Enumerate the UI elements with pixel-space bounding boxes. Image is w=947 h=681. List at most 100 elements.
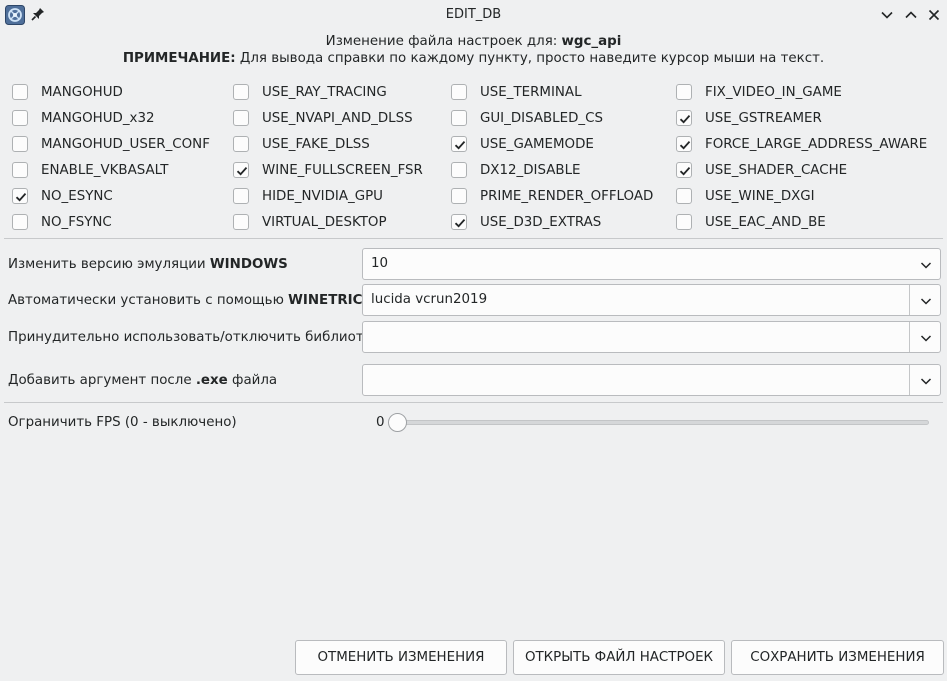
check-icon [679, 167, 691, 176]
checkbox-box[interactable] [233, 84, 249, 100]
check-icon [679, 115, 691, 124]
note-text: Для вывода справки по каждому пункту, пр… [235, 51, 825, 66]
cancel-changes-button[interactable]: ОТМЕНИТЬ ИЗМЕНЕНИЯ [295, 640, 507, 675]
header-prefix: Изменение файла настроек для: [325, 34, 562, 49]
checkbox-box[interactable] [12, 110, 28, 126]
checkbox-use-d3d-extras[interactable]: USE_D3D_EXTRAS [451, 212, 601, 232]
exe-label-prefix: Добавить аргумент после [8, 373, 196, 388]
checkbox-label: NO_FSYNC [41, 214, 112, 230]
checkbox-label: DX12_DISABLE [480, 162, 581, 178]
chevron-down-icon[interactable] [920, 375, 932, 387]
checkbox-box[interactable] [676, 162, 692, 178]
checkbox-label: USE_RAY_TRACING [262, 84, 387, 100]
checkbox-force-large-address-aware[interactable]: FORCE_LARGE_ADDRESS_AWARE [676, 134, 927, 154]
checkbox-box[interactable] [233, 136, 249, 152]
checkbox-use-fake-dlss[interactable]: USE_FAKE_DLSS [233, 134, 370, 154]
check-icon [236, 167, 248, 176]
fps-limit-label: Ограничить FPS (0 - выключено) [8, 415, 237, 430]
checkbox-label: FORCE_LARGE_ADDRESS_AWARE [705, 136, 928, 152]
checkbox-label: VIRTUAL_DESKTOP [262, 214, 387, 230]
checkbox-box[interactable] [451, 136, 467, 152]
checkbox-box[interactable] [676, 188, 692, 204]
checkbox-box[interactable] [676, 214, 692, 230]
checkbox-box[interactable] [451, 162, 467, 178]
check-icon [15, 193, 27, 202]
checkbox-box[interactable] [233, 188, 249, 204]
checkbox-use-gstreamer[interactable]: USE_GSTREAMER [676, 108, 822, 128]
checkbox-box[interactable] [233, 110, 249, 126]
checkbox-label: USE_FAKE_DLSS [262, 136, 370, 152]
checkbox-box[interactable] [676, 136, 692, 152]
checkbox-use-terminal[interactable]: USE_TERMINAL [451, 82, 582, 102]
checkbox-dx12-disable[interactable]: DX12_DISABLE [451, 160, 581, 180]
chevron-down-icon[interactable] [920, 295, 932, 307]
checkbox-use-wine-dxgi[interactable]: USE_WINE_DXGI [676, 186, 815, 206]
windows-version-value: 10 [371, 256, 389, 271]
checkbox-virtual-desktop[interactable]: VIRTUAL_DESKTOP [233, 212, 387, 232]
fps-slider-handle[interactable] [388, 413, 407, 432]
checkbox-label: USE_SHADER_CACHE [705, 162, 848, 178]
exe-argument-label: Добавить аргумент после .exe файла [8, 373, 277, 388]
checkbox-mangohud-user-conf[interactable]: MANGOHUD_USER_CONF [12, 134, 210, 154]
checkbox-box[interactable] [12, 162, 28, 178]
checkbox-enable-vkbasalt[interactable]: ENABLE_VKBASALT [12, 160, 168, 180]
fps-limit-value: 0 [376, 415, 385, 430]
checkbox-use-shader-cache[interactable]: USE_SHADER_CACHE [676, 160, 847, 180]
checkbox-box[interactable] [676, 110, 692, 126]
checkbox-label: MANGOHUD_x32 [41, 110, 155, 126]
checkbox-box[interactable] [233, 214, 249, 230]
save-changes-button[interactable]: СОХРАНИТЬ ИЗМЕНЕНИЯ [731, 640, 944, 675]
winetricks-label: Автоматически установить с помощью WINET… [8, 293, 382, 308]
checkbox-mangohud-x32[interactable]: MANGOHUD_x32 [12, 108, 155, 128]
checkbox-box[interactable] [451, 84, 467, 100]
fps-slider-track[interactable] [390, 420, 929, 425]
check-icon [679, 141, 691, 150]
checkbox-label: USE_D3D_EXTRAS [480, 214, 602, 230]
chevron-down-icon[interactable] [920, 332, 932, 344]
checkbox-box[interactable] [12, 188, 28, 204]
checkbox-gui-disabled-cs[interactable]: GUI_DISABLED_CS [451, 108, 603, 128]
exe-argument-combobox[interactable] [362, 364, 941, 396]
checkbox-box[interactable] [676, 84, 692, 100]
checkbox-box[interactable] [12, 214, 28, 230]
checkbox-no-esync[interactable]: NO_ESYNC [12, 186, 113, 206]
checkbox-prime-render-offload[interactable]: PRIME_RENDER_OFFLOAD [451, 186, 653, 206]
dll-override-combobox[interactable] [362, 321, 941, 353]
open-config-file-button[interactable]: ОТКРЫТЬ ФАЙЛ НАСТРОЕК [513, 640, 725, 675]
checkbox-box[interactable] [451, 214, 467, 230]
config-name: wgc_api [561, 34, 622, 49]
close-icon[interactable] [927, 8, 941, 22]
checkbox-use-gamemode[interactable]: USE_GAMEMODE [451, 134, 594, 154]
checkbox-box[interactable] [233, 162, 249, 178]
separator [4, 238, 943, 239]
checkbox-label: PRIME_RENDER_OFFLOAD [480, 188, 654, 204]
checkbox-hide-nvidia-gpu[interactable]: HIDE_NVIDIA_GPU [233, 186, 383, 206]
checkbox-no-fsync[interactable]: NO_FSYNC [12, 212, 112, 232]
checkbox-label: USE_GAMEMODE [480, 136, 594, 152]
chevron-down-icon [920, 262, 932, 269]
checkbox-box[interactable] [12, 84, 28, 100]
checkbox-wine-fullscreen-fsr[interactable]: WINE_FULLSCREEN_FSR [233, 160, 423, 180]
checkbox-box[interactable] [12, 136, 28, 152]
checkbox-label: GUI_DISABLED_CS [480, 110, 603, 126]
checkbox-box[interactable] [451, 110, 467, 126]
checkbox-mangohud[interactable]: MANGOHUD [12, 82, 123, 102]
checkbox-use-ray-tracing[interactable]: USE_RAY_TRACING [233, 82, 387, 102]
title-bar: EDIT_DB [0, 0, 947, 31]
checkbox-use-nvapi-and-dlss[interactable]: USE_NVAPI_AND_DLSS [233, 108, 413, 128]
chevron-up-icon[interactable] [904, 8, 918, 22]
winetricks-combobox[interactable]: lucida vcrun2019 [362, 284, 941, 316]
checkbox-label: WINE_FULLSCREEN_FSR [262, 162, 423, 178]
checkbox-box[interactable] [451, 188, 467, 204]
window-title: EDIT_DB [445, 7, 502, 22]
separator [4, 402, 943, 403]
header-title: Изменение файла настроек для: wgc_api [0, 34, 947, 49]
checkbox-label: HIDE_NVIDIA_GPU [262, 188, 383, 204]
checkbox-fix-video-in-game[interactable]: FIX_VIDEO_IN_GAME [676, 82, 842, 102]
checkbox-label: USE_GSTREAMER [705, 110, 822, 126]
windows-version-select[interactable]: 10 [362, 248, 941, 280]
chevron-down-icon[interactable] [880, 8, 894, 22]
checkbox-use-eac-and-be[interactable]: USE_EAC_AND_BE [676, 212, 826, 232]
winetricks-label-text: Автоматически установить с помощью [8, 293, 289, 308]
windows-label-text: Изменить версию эмуляции [8, 257, 210, 272]
